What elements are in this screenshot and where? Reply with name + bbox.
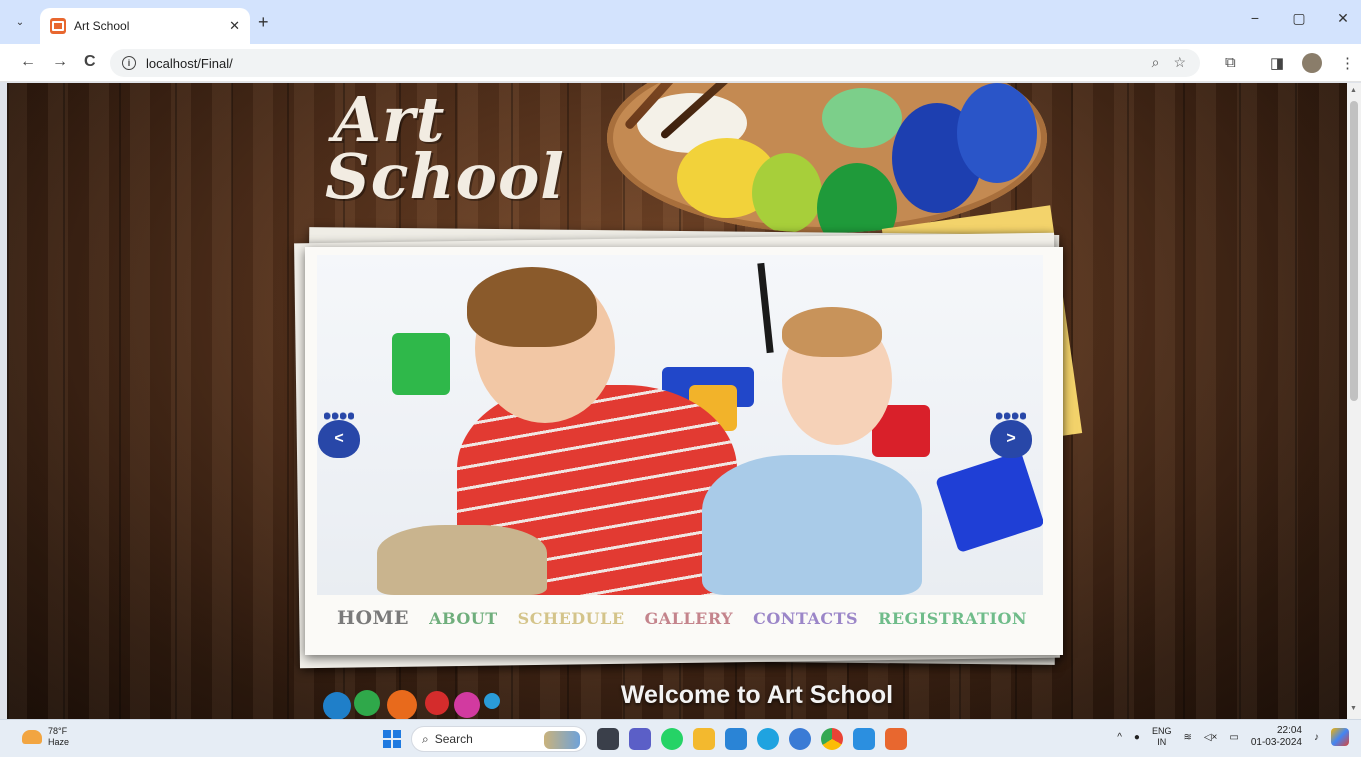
nav-contacts[interactable]: CONTACTS [753, 609, 858, 628]
search-icon: ⌕ [422, 731, 429, 746]
nav-schedule[interactable]: SCHEDULE [518, 609, 625, 628]
zoom-icon[interactable]: ⌕ [1152, 54, 1160, 71]
toddler-blue-shirt [702, 455, 922, 595]
art-school-favicon-icon [50, 18, 66, 34]
edge-icon[interactable] [757, 728, 779, 750]
extensions-icon[interactable]: ⧉ [1225, 54, 1236, 71]
system-tray: ^ ● ENG IN ≋ ◁× ▭ 22:04 01-03-2024 ♪ [1117, 725, 1349, 749]
mint-paint [822, 88, 902, 148]
nav-registration[interactable]: REGISTRATION [878, 609, 1027, 628]
taskbar-apps: ⌕ Search [383, 726, 907, 752]
tab-strip: ⌄ Art School ✕ + − ▢ ✕ [0, 0, 1361, 44]
browser-toolbar: ← → C i localhost/Final/ ⌕ ☆ ⧉ ◨ ⋮ [0, 44, 1361, 82]
browser-tab[interactable]: Art School ✕ [40, 8, 250, 44]
tray-app-icon[interactable]: ● [1134, 732, 1140, 743]
next-arrow-icon: > [1006, 430, 1016, 447]
lime-paint [752, 153, 822, 233]
reload-button[interactable]: C [84, 53, 96, 71]
search-placeholder: Search [434, 732, 473, 746]
slider-prev-button[interactable]: < [315, 410, 363, 463]
clock[interactable]: 22:04 01-03-2024 [1251, 725, 1302, 749]
page-scrollbar[interactable]: ▲ ▼ [1347, 83, 1361, 719]
chrome-icon[interactable] [821, 728, 843, 750]
main-navigation: HOME ABOUT SCHEDULE GALLERY CONTACTS REG… [337, 607, 1027, 629]
site-logo[interactable]: Art School [325, 88, 565, 214]
side-panel-icon[interactable]: ◨ [1270, 54, 1284, 72]
nav-about[interactable]: ABOUT [429, 609, 498, 628]
windows-taskbar: 78°F Haze ⌕ Search ^ ● ENG IN ≋ ◁× ▭ 22:… [0, 719, 1361, 757]
search-highlight-icon [544, 731, 580, 749]
weather-widget[interactable]: 78°F Haze [22, 726, 69, 748]
green-paint [817, 163, 897, 233]
paint-palette-image [607, 83, 1047, 233]
site-info-icon[interactable]: i [122, 56, 136, 70]
nav-home[interactable]: HOME [337, 607, 409, 629]
blue-hand-icon: < [318, 410, 360, 458]
close-icon[interactable]: ✕ [229, 18, 240, 34]
bookmark-star-icon[interactable]: ☆ [1173, 54, 1186, 71]
windows-start-icon[interactable] [383, 730, 401, 748]
notification-bell-icon[interactable]: ♪ [1314, 732, 1319, 743]
file-explorer-icon[interactable] [693, 728, 715, 750]
browser-menu-icon[interactable]: ⋮ [1340, 54, 1355, 72]
ms-store-icon[interactable] [725, 728, 747, 750]
profile-avatar[interactable] [1302, 53, 1322, 73]
boy-hair [467, 267, 597, 347]
language-indicator[interactable]: ENG IN [1152, 726, 1172, 748]
forward-button[interactable]: → [52, 53, 68, 71]
page-viewport: Art School < > HOME ABOUT SCHEDULE GALLE [7, 83, 1347, 719]
url-text[interactable]: localhost/Final/ [146, 56, 233, 71]
whatsapp-icon[interactable] [661, 728, 683, 750]
scrollbar-thumb[interactable] [1350, 101, 1358, 401]
haze-weather-icon [22, 730, 42, 744]
taskbar-search[interactable]: ⌕ Search [411, 726, 587, 752]
dark-blue-paint [957, 83, 1037, 183]
teams-icon[interactable] [629, 728, 651, 750]
blue-block [935, 451, 1043, 553]
new-tab-button[interactable]: + [258, 12, 269, 32]
chevron-up-icon[interactable]: ^ [1117, 732, 1122, 743]
nav-gallery[interactable]: GALLERY [645, 609, 734, 628]
copilot-icon[interactable] [789, 728, 811, 750]
language-code: ENG [1151, 726, 1172, 736]
hero-slide-image [317, 255, 1043, 595]
restore-button[interactable]: ▢ [1289, 10, 1309, 27]
scroll-down-arrow-icon[interactable]: ▼ [1350, 705, 1357, 712]
green-block [392, 333, 450, 395]
address-bar[interactable]: i localhost/Final/ ⌕ ☆ [110, 49, 1200, 77]
weather-temp: 78°F [48, 726, 68, 736]
toddler-hair [782, 307, 882, 357]
slider-next-button[interactable]: > [987, 410, 1035, 463]
battery-icon[interactable]: ▭ [1229, 732, 1238, 743]
tab-title: Art School [74, 19, 130, 33]
vscode-icon[interactable] [853, 728, 875, 750]
wifi-icon[interactable]: ≋ [1183, 732, 1191, 743]
scroll-up-arrow-icon[interactable]: ▲ [1350, 87, 1357, 94]
prev-arrow-icon: < [334, 430, 344, 447]
weather-condition: Haze [48, 737, 70, 747]
clock-time: 22:04 [1276, 725, 1302, 736]
logo-line-2: School [325, 140, 565, 214]
blue-hand-icon: > [990, 410, 1032, 458]
welcome-heading: Welcome to Art School [620, 681, 894, 709]
task-view-icon[interactable] [597, 728, 619, 750]
paint-splash-decoration [323, 690, 500, 719]
window-controls: − ▢ ✕ [1245, 10, 1353, 27]
back-button[interactable]: ← [20, 53, 36, 71]
region-code: IN [1157, 737, 1167, 747]
tab-search-button[interactable]: ⌄ [10, 12, 30, 32]
paintbrush-held [757, 262, 774, 354]
minimize-button[interactable]: − [1245, 10, 1265, 27]
boy-pants [377, 525, 547, 595]
xampp-icon[interactable] [885, 728, 907, 750]
clock-date: 01-03-2024 [1250, 737, 1302, 748]
volume-muted-icon[interactable]: ◁× [1204, 732, 1218, 743]
close-window-button[interactable]: ✕ [1333, 10, 1353, 27]
widgets-icon[interactable] [1331, 728, 1349, 746]
